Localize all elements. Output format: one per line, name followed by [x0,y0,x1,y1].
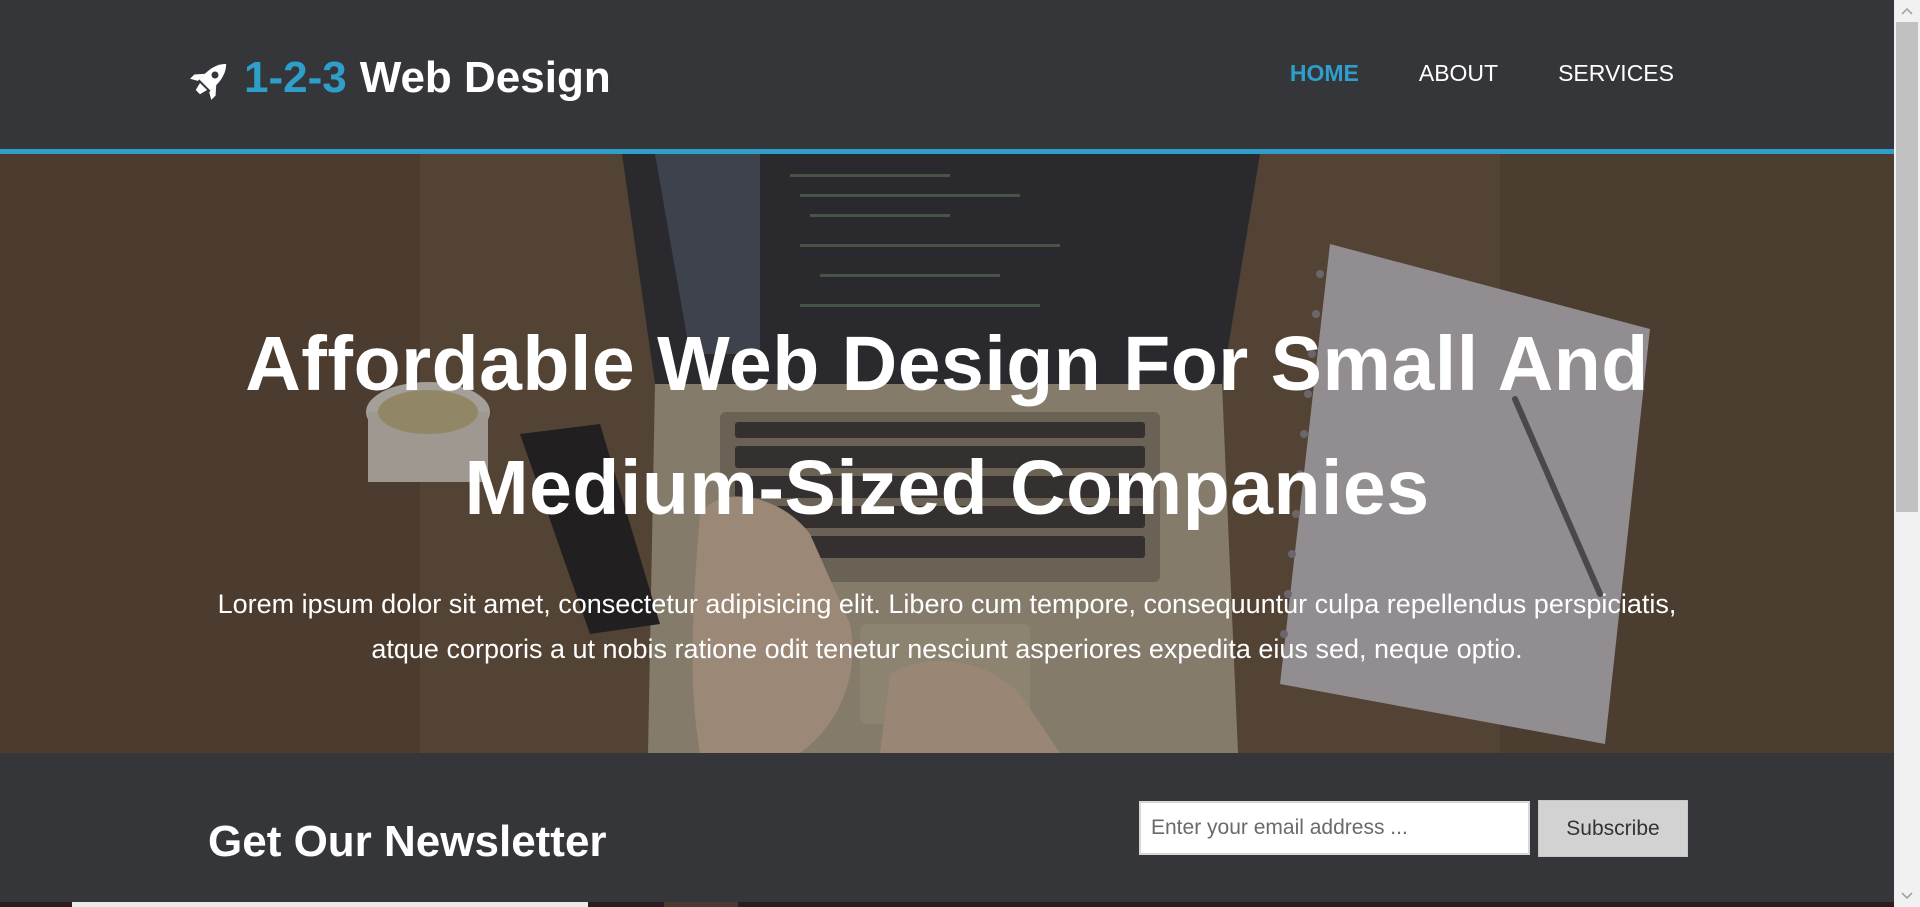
rocket-icon [190,63,227,100]
scrollbar-thumb[interactable] [1896,22,1918,512]
site-logo[interactable]: 1-2-3 Web Design [190,50,611,106]
next-section-peek [0,902,1894,907]
hero-section: Affordable Web Design For Small And Medi… [0,154,1894,753]
chevron-down-icon[interactable] [1894,885,1920,907]
next-section-segment [72,902,588,907]
page-viewport: 1-2-3 Web Design HOME ABOUT SERVICES Aff… [0,0,1894,907]
nav-home-link[interactable]: HOME [1290,60,1359,87]
chevron-up-icon[interactable] [1894,0,1920,22]
logo-name-text: Web Design [359,53,611,102]
next-section-segment [664,902,738,907]
main-nav: HOME ABOUT SERVICES [1290,60,1674,87]
subscribe-button[interactable]: Subscribe [1538,800,1688,857]
hero-title: Affordable Web Design For Small And Medi… [245,321,1649,531]
newsletter-heading: Get Our Newsletter [208,817,607,866]
email-input[interactable] [1139,801,1530,855]
nav-services-link[interactable]: SERVICES [1558,60,1674,87]
hero-description: Lorem ipsum dolor sit amet, consectetur … [217,589,1677,664]
logo-accent-text: 1-2-3 [244,53,347,102]
site-header: 1-2-3 Web Design HOME ABOUT SERVICES [0,0,1894,154]
nav-about-link[interactable]: ABOUT [1419,60,1498,87]
newsletter-section: Get Our Newsletter Subscribe [0,753,1894,907]
vertical-scrollbar[interactable] [1894,0,1920,907]
